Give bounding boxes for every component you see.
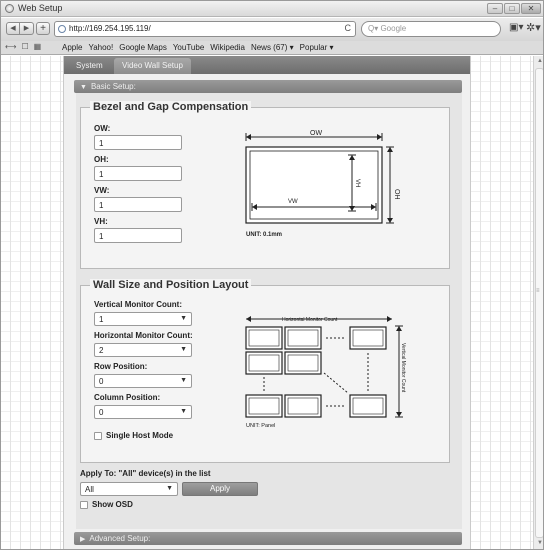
basic-setup-label: Basic Setup: — [90, 82, 136, 91]
url-text: http://169.254.195.119/ — [69, 24, 151, 33]
vertical-count-label: Vertical Monitor Count: — [94, 300, 182, 309]
wall-layout-title: Wall Size and Position Layout — [90, 279, 252, 291]
scrollbar-thumb[interactable] — [535, 68, 543, 538]
ow-diagram-label: OW — [310, 130, 322, 137]
vertical-count-diagram-label: Vertical Monitor Count — [400, 343, 406, 393]
apply-to-label: Apply To: "All" device(s) in the list — [80, 469, 211, 478]
dropdown-caret-icon: ▼ — [180, 377, 187, 384]
nav-buttons: ◀ ▶ — [6, 22, 34, 35]
column-position-label: Column Position: — [94, 393, 161, 402]
bookmarks-bar: ⟷ ☐ ▦ Apple Yahoo! Google Maps YouTube W… — [1, 41, 543, 55]
horizontal-count-value: 2 — [99, 346, 104, 355]
bookmark-yahoo[interactable]: Yahoo! — [88, 43, 113, 52]
single-host-label: Single Host Mode — [106, 431, 174, 440]
bookmark-google-maps[interactable]: Google Maps — [119, 43, 167, 52]
vertical-count-value: 1 — [99, 315, 104, 324]
page-menu-icon[interactable]: ▣▾ — [509, 22, 523, 33]
minimize-button[interactable]: – — [487, 3, 503, 14]
advanced-setup-label: Advanced Setup: — [89, 534, 151, 543]
apply-button[interactable]: Apply — [182, 482, 258, 496]
globe-icon — [58, 25, 66, 33]
vertical-count-select[interactable]: 1 ▼ — [94, 312, 192, 326]
dropdown-caret-icon: ▼ — [180, 408, 187, 415]
setup-panel: System Video Wall Setup ▼ Basic Setup: Be… — [63, 56, 471, 549]
gear-icon[interactable]: ✲▾ — [526, 21, 541, 34]
row-position-label: Row Position: — [94, 362, 148, 371]
apply-to-select[interactable]: All ▼ — [80, 482, 178, 496]
scroll-down-icon[interactable]: ▼ — [537, 540, 543, 546]
vw-input[interactable]: 1 — [94, 197, 182, 212]
tab-bar: System Video Wall Setup — [64, 56, 470, 74]
horizontal-count-label: Horizontal Monitor Count: — [94, 331, 193, 340]
reload-icon[interactable]: C — [345, 23, 352, 33]
bookmark-apple[interactable]: Apple — [62, 43, 82, 52]
horizontal-count-diagram-label: Horizontal Monitor Count — [282, 317, 338, 323]
wall-unit-label: UNIT: Panel — [246, 423, 275, 429]
bookmarks-icon[interactable]: ☐ — [21, 42, 28, 51]
ow-input[interactable]: 1 — [94, 135, 182, 150]
vh-input[interactable]: 1 — [94, 228, 182, 243]
oh-input[interactable]: 1 — [94, 166, 182, 181]
scroll-up-icon[interactable]: ▲ — [537, 58, 543, 64]
show-osd-label: Show OSD — [92, 500, 133, 509]
top-sites-icon[interactable]: ▦ — [34, 42, 42, 51]
apply-to-value: All — [85, 485, 94, 494]
bookmark-links: Apple Yahoo! Google Maps YouTube Wikiped… — [62, 43, 333, 52]
vw-diagram-label: VW — [288, 199, 298, 205]
row-position-value: 0 — [99, 377, 104, 386]
title-bar: Web Setup – □ ✕ — [1, 1, 543, 17]
scroll-grip-icon: ≡ — [536, 288, 540, 294]
column-position-value: 0 — [99, 408, 104, 417]
dropdown-caret-icon: ▼ — [180, 315, 187, 322]
advanced-setup-header[interactable]: ▶ Advanced Setup: — [74, 532, 462, 545]
browser-window: Web Setup – □ ✕ ◀ ▶ + http://169.254.195… — [0, 0, 544, 550]
browser-toolbar: ◀ ▶ + http://169.254.195.119/ C Q▾ Googl… — [1, 18, 543, 41]
bookmark-news[interactable]: News (67) ▾ — [251, 43, 294, 52]
bookmark-popular[interactable]: Popular ▾ — [300, 43, 334, 52]
wall-diagram: Horizontal Monitor Count Vertical Monito… — [242, 313, 412, 431]
search-placeholder: Q▾ Google — [368, 24, 407, 33]
bookmark-youtube[interactable]: YouTube — [173, 43, 204, 52]
window-title: Web Setup — [18, 3, 63, 13]
column-position-select[interactable]: 0 ▼ — [94, 405, 192, 419]
vertical-scrollbar[interactable]: ▲ ≡ ▼ — [533, 56, 543, 549]
app-icon — [5, 4, 14, 13]
bezel-gap-title: Bezel and Gap Compensation — [90, 101, 252, 113]
bezel-diagram: OW OH VH VW UNIT: 0.1mm — [240, 129, 400, 249]
single-host-checkbox[interactable] — [94, 432, 102, 440]
dropdown-caret-icon: ▼ — [180, 346, 187, 353]
back-button[interactable]: ◀ — [6, 22, 20, 35]
bookmark-icons: ⟷ ☐ ▦ — [5, 42, 41, 51]
show-osd-checkbox[interactable] — [80, 501, 88, 509]
expand-arrow-icon: ▶ — [80, 536, 86, 543]
bezel-unit-label: UNIT: 0.1mm — [246, 232, 282, 238]
basic-setup-body: Bezel and Gap Compensation OW: 1 OH: 1 V… — [76, 93, 462, 529]
oh-diagram-label: OH — [393, 189, 400, 200]
window-controls: – □ ✕ — [487, 3, 541, 14]
reading-list-icon[interactable]: ⟷ — [5, 42, 16, 51]
dropdown-caret-icon: ▼ — [166, 485, 173, 492]
address-bar[interactable]: http://169.254.195.119/ C — [54, 21, 356, 37]
vh-diagram-label: VH — [354, 179, 360, 187]
add-bookmark-button[interactable]: + — [36, 22, 50, 35]
vh-label: VH: — [94, 217, 108, 226]
oh-label: OH: — [94, 155, 109, 164]
maximize-button[interactable]: □ — [504, 3, 520, 14]
tab-system[interactable]: System — [68, 58, 111, 74]
vw-label: VW: — [94, 186, 110, 195]
ow-label: OW: — [94, 124, 111, 133]
close-button[interactable]: ✕ — [521, 3, 541, 14]
page-content: System Video Wall Setup ▼ Basic Setup: Be… — [1, 56, 533, 549]
row-position-select[interactable]: 0 ▼ — [94, 374, 192, 388]
tab-video-wall-setup[interactable]: Video Wall Setup — [114, 58, 191, 74]
search-field[interactable]: Q▾ Google — [361, 21, 501, 37]
basic-setup-header[interactable]: ▼ Basic Setup: — [74, 80, 462, 93]
collapse-arrow-icon: ▼ — [80, 84, 87, 91]
bookmark-wikipedia[interactable]: Wikipedia — [210, 43, 245, 52]
horizontal-count-select[interactable]: 2 ▼ — [94, 343, 192, 357]
forward-button[interactable]: ▶ — [20, 22, 34, 35]
